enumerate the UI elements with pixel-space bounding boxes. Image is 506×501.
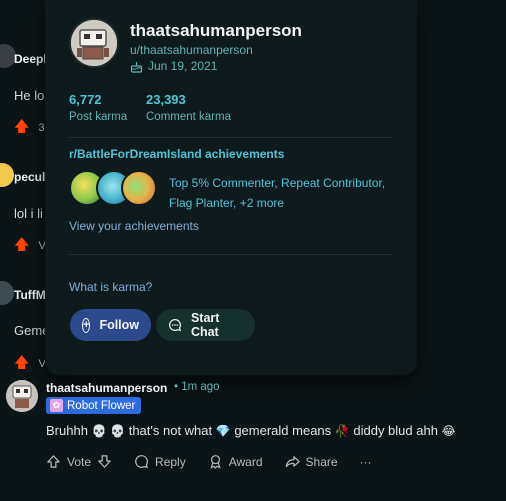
post-karma-label: Post karma — [69, 111, 128, 123]
comment-karma-label: Comment karma — [146, 111, 231, 123]
user-flair: ✿ Robot Flower — [46, 397, 142, 414]
comment-body: lol i li — [14, 206, 43, 221]
vote-label: Vote — [67, 454, 92, 469]
comment-body: He lo — [14, 88, 45, 103]
rose-icon: 🥀 — [334, 424, 350, 438]
follow-button[interactable]: + Follow — [70, 309, 151, 341]
follow-label: Follow — [99, 318, 140, 332]
vote-count: V — [38, 358, 46, 370]
cake-day-date: Jun 19, 2021 — [148, 59, 218, 73]
achievements-title: r/BattleForDreamIsland achievements — [69, 147, 285, 161]
award-label: Award — [228, 454, 263, 469]
profile-handle[interactable]: u/thaatsahumanperson — [130, 43, 253, 57]
view-achievements-link[interactable]: View your achievements — [69, 219, 199, 233]
downvote-icon[interactable] — [97, 454, 112, 469]
comment-karma-value: 23,393 — [146, 92, 186, 107]
cake-icon — [130, 61, 143, 73]
share-icon — [285, 456, 300, 468]
what-is-karma-link[interactable]: What is karma? — [69, 280, 152, 294]
upvote-icon[interactable]: 🡅 — [14, 118, 29, 135]
vote-row: 🡅 V — [14, 352, 46, 377]
user-profile-hovercard: thaatsahumanperson u/thaatsahumanperson … — [46, 0, 416, 375]
more-options-button[interactable]: ··· — [360, 455, 372, 469]
comment-karma-stat: 23,393 Comment karma — [146, 92, 231, 123]
start-chat-label: Start Chat — [190, 311, 220, 339]
robot-avatar-icon — [71, 20, 117, 66]
comment-username[interactable]: TuffM — [14, 288, 46, 302]
vote-count: V — [38, 240, 46, 252]
chat-icon — [169, 318, 182, 332]
award-icon — [210, 455, 221, 469]
comment-body: Bruhhh 💀 💀 that's not what 💎 gemerald me… — [46, 423, 456, 438]
post-karma-value: 6,772 — [69, 92, 102, 107]
divider — [69, 137, 391, 138]
start-chat-button[interactable]: Start Chat — [156, 309, 255, 341]
share-label: Share — [305, 454, 338, 469]
post-karma-stat: 6,772 Post karma — [69, 92, 127, 123]
comment-timestamp[interactable]: • 1m ago — [174, 381, 220, 393]
comment-thread-view: Deepl He lo 🡅 3 peculi lol i li 🡅 V Tuff… — [0, 0, 506, 501]
reply-button[interactable]: Reply — [134, 454, 186, 469]
vote-row: 🡅 V — [14, 234, 46, 259]
comment-actions: Vote Reply Award Share ··· — [46, 454, 394, 469]
more-icon: ··· — [359, 454, 372, 469]
share-button[interactable]: Share — [285, 454, 338, 469]
achievement-badges[interactable] — [69, 170, 159, 208]
upvote-icon[interactable] — [46, 454, 61, 469]
flag-planter-badge-icon — [121, 170, 157, 206]
flair-label: Robot Flower — [67, 399, 136, 412]
achievements-list: Top 5% Commenter, Repeat Contributor, Fl… — [169, 176, 386, 210]
profile-avatar[interactable] — [69, 18, 119, 68]
profile-display-name[interactable]: thaatsahumanperson — [130, 21, 302, 41]
reply-icon — [135, 455, 149, 469]
upvote-icon[interactable]: 🡅 — [14, 354, 29, 371]
comment-text: Bruhhh — [46, 423, 88, 438]
comment-text: gemerald means — [234, 423, 332, 438]
avatar[interactable] — [0, 281, 14, 305]
robot-avatar-icon — [6, 380, 38, 412]
comment-text: diddy blud ahh — [353, 423, 438, 438]
comment-text: that's not what — [128, 423, 213, 438]
skull-icon: 💀 — [110, 424, 126, 438]
flower-icon: ✿ — [50, 399, 63, 412]
avatar[interactable] — [6, 380, 38, 412]
avatar[interactable] — [0, 163, 14, 187]
comment-username[interactable]: Deepl — [14, 52, 47, 66]
plus-icon: + — [82, 317, 91, 333]
vote-count: 3 — [38, 122, 45, 134]
vote-control: Vote — [46, 454, 112, 469]
comment-body: Geme — [14, 323, 50, 338]
skull-icon: 💀 — [91, 424, 107, 438]
comment-username[interactable]: peculi — [14, 170, 49, 184]
award-button[interactable]: Award — [208, 454, 263, 469]
laughing-face-icon: 😂 — [441, 424, 456, 438]
vote-row: 🡅 3 — [14, 116, 45, 141]
divider — [69, 254, 391, 255]
reply-label: Reply — [155, 454, 186, 469]
cake-day: Jun 19, 2021 — [130, 59, 217, 73]
comment-username[interactable]: thaatsahumanperson — [46, 381, 167, 395]
upvote-icon[interactable]: 🡅 — [14, 236, 29, 253]
gem-icon: 💎 — [215, 424, 231, 438]
